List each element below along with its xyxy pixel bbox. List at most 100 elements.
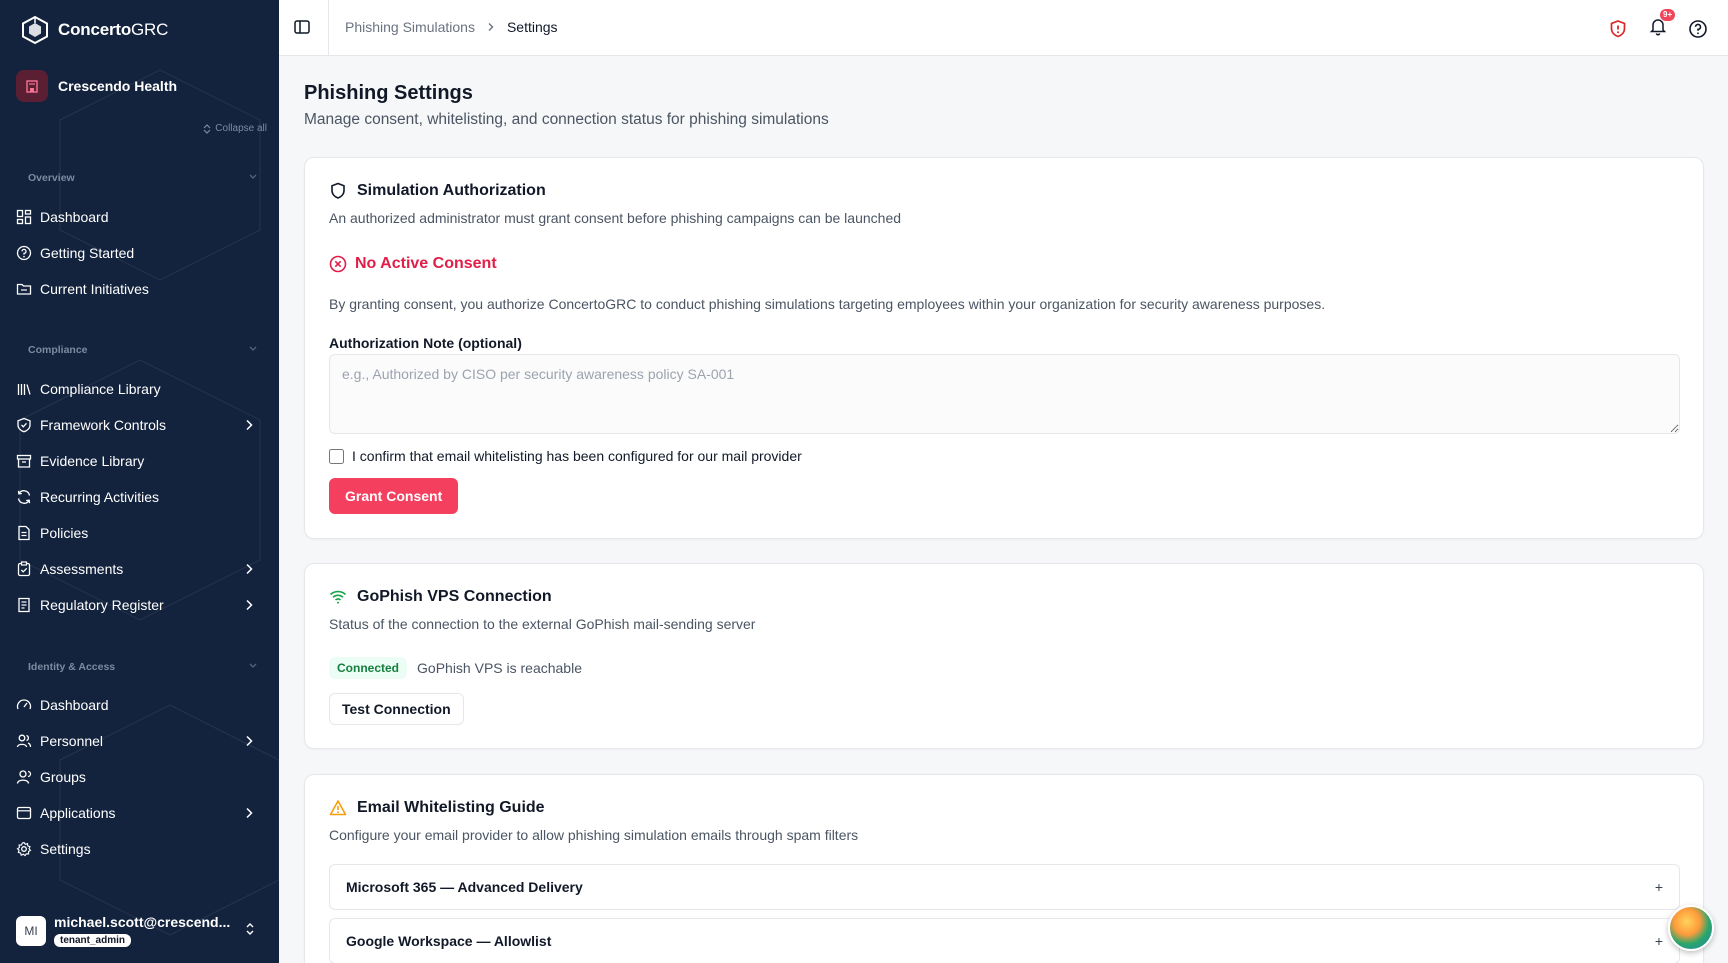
brand[interactable]: ConcertoGRC xyxy=(20,14,168,46)
accordion-label: Google Workspace — Allowlist xyxy=(346,933,552,949)
authorization-note-input[interactable] xyxy=(329,354,1680,434)
chevron-down-icon xyxy=(249,174,257,179)
whitelisting-confirm-checkbox[interactable] xyxy=(329,448,344,464)
whitelisting-confirm-label[interactable]: I confirm that email whitelisting has be… xyxy=(352,448,802,464)
sidebar-item-dashboard[interactable]: Dashboard xyxy=(16,202,266,232)
sidebar-item-recurring-activities[interactable]: Recurring Activities xyxy=(16,482,266,512)
connection-card: GoPhish VPS Connection Status of the con… xyxy=(304,563,1704,749)
user-menu[interactable]: MI michael.scott@crescend... tenant_admi… xyxy=(16,914,266,948)
sidebar-item-framework-controls[interactable]: Framework Controls xyxy=(16,410,266,440)
breadcrumb-phishing-simulations[interactable]: Phishing Simulations xyxy=(345,19,475,35)
breadcrumb: Phishing Simulations Settings xyxy=(345,19,558,35)
topbar-actions: 9+ xyxy=(1608,9,1708,41)
clipboard-check-icon xyxy=(17,561,31,577)
sidebar-item-settings[interactable]: Settings xyxy=(16,834,266,864)
sidebar-item-label: Evidence Library xyxy=(40,453,145,469)
sidebar-item-label: Assessments xyxy=(40,561,124,577)
help-icon[interactable] xyxy=(1688,19,1708,39)
section-compliance[interactable]: Compliance xyxy=(28,344,258,356)
chevron-right-icon xyxy=(246,735,253,747)
role-badge: tenant_admin xyxy=(54,934,132,947)
accordion-label: Microsoft 365 — Advanced Delivery xyxy=(346,879,583,895)
whitelisting-card: Email Whitelisting Guide Configure your … xyxy=(304,774,1704,963)
section-identity-access[interactable]: Identity & Access xyxy=(28,661,258,673)
chevron-right-icon xyxy=(246,419,253,431)
accordion-google-workspace[interactable]: Google Workspace — Allowlist + xyxy=(329,918,1680,963)
file-text-icon xyxy=(18,525,30,541)
sidebar-item-label: Regulatory Register xyxy=(40,597,164,613)
chevrons-up-down-icon xyxy=(203,123,211,134)
building-icon xyxy=(16,70,48,102)
sidebar-item-label: Policies xyxy=(40,525,89,541)
register-icon xyxy=(18,597,30,613)
notification-count-badge: 9+ xyxy=(1660,9,1676,21)
user-group-icon xyxy=(16,770,32,784)
chevron-down-icon xyxy=(249,346,257,351)
grant-consent-button[interactable]: Grant Consent xyxy=(329,478,459,514)
whitelisting-confirm-row: I confirm that email whitelisting has be… xyxy=(329,448,802,464)
sidebar-item-regulatory-register[interactable]: Regulatory Register xyxy=(16,590,266,620)
sidebar-item-personnel[interactable]: Personnel xyxy=(16,726,266,756)
connection-title-text: GoPhish VPS Connection xyxy=(357,588,552,605)
connection-description: Status of the connection to the external… xyxy=(329,616,756,632)
org-switcher[interactable]: Crescendo Health xyxy=(16,70,177,102)
sidebar-item-label: Recurring Activities xyxy=(40,489,160,505)
library-icon xyxy=(17,384,31,395)
sidebar-item-current-initiatives[interactable]: Current Initiatives xyxy=(16,274,266,304)
archive-icon xyxy=(16,454,32,468)
test-connection-button[interactable]: Test Connection xyxy=(329,693,464,725)
dashboard-icon xyxy=(16,209,32,225)
sidebar-item-applications[interactable]: Applications xyxy=(16,798,266,828)
sidebar-item-getting-started[interactable]: Getting Started xyxy=(16,238,266,268)
breadcrumb-separator-icon xyxy=(488,23,494,31)
folder-icon xyxy=(16,283,32,295)
sidebar-item-label: Framework Controls xyxy=(40,417,167,433)
security-alert-icon[interactable] xyxy=(1608,19,1628,39)
connection-title: GoPhish VPS Connection xyxy=(329,588,552,606)
sidebar: ConcertoGRC Crescendo Health Collapse al… xyxy=(0,0,279,963)
notifications-button[interactable]: 9+ xyxy=(1648,9,1676,41)
sidebar-item-label: Compliance Library xyxy=(40,381,161,397)
authorization-title-text: Simulation Authorization xyxy=(357,182,546,199)
refresh-icon xyxy=(17,490,31,504)
sidebar-item-label: Getting Started xyxy=(40,245,135,261)
consent-explanation: By granting consent, you authorize Conce… xyxy=(329,296,1326,312)
avatar: MI xyxy=(16,916,46,946)
help-circle-icon xyxy=(16,245,32,261)
org-name: Crescendo Health xyxy=(58,78,178,94)
sidebar-item-groups[interactable]: Groups xyxy=(16,762,266,792)
sidebar-item-evidence-library[interactable]: Evidence Library xyxy=(16,446,266,476)
sidebar-item-policies[interactable]: Policies xyxy=(16,518,266,548)
sidebar-item-label: Current Initiatives xyxy=(40,281,149,297)
sidebar-item-label: Dashboard xyxy=(40,697,109,713)
chevron-right-icon xyxy=(246,807,253,819)
consent-status: No Active Consent xyxy=(329,255,497,273)
sidebar-item-label: Settings xyxy=(40,841,91,857)
sidebar-item-identity-dashboard[interactable]: Dashboard xyxy=(16,690,266,720)
chevron-down-icon xyxy=(249,663,257,668)
connection-status-row: Connected GoPhish VPS is reachable xyxy=(329,657,582,679)
connection-status-badge: Connected xyxy=(329,657,408,679)
sidebar-item-compliance-library[interactable]: Compliance Library xyxy=(16,374,266,404)
sidebar-item-assessments[interactable]: Assessments xyxy=(16,554,266,584)
concerto-logo-icon xyxy=(22,15,48,45)
connection-status-text: GoPhish VPS is reachable xyxy=(417,660,582,676)
collapse-all-label: Collapse all xyxy=(215,123,267,134)
consent-status-text: No Active Consent xyxy=(355,255,497,272)
floating-assistant-avatar[interactable] xyxy=(1668,905,1714,951)
collapse-all-button[interactable]: Collapse all xyxy=(203,123,267,134)
gear-icon xyxy=(16,841,32,857)
sidebar-item-label: Applications xyxy=(40,805,116,821)
sidebar-item-label: Personnel xyxy=(40,733,104,749)
accordion-microsoft-365[interactable]: Microsoft 365 — Advanced Delivery + xyxy=(329,864,1680,910)
expand-plus-icon: + xyxy=(1654,933,1663,949)
sidebar-item-label: Groups xyxy=(40,769,86,785)
section-overview[interactable]: Overview xyxy=(28,172,258,184)
main-content: Phishing Settings Manage consent, whitel… xyxy=(279,56,1728,963)
authorization-title: Simulation Authorization xyxy=(329,182,546,200)
section-label: Overview xyxy=(28,172,75,184)
brand-name: ConcertoGRC xyxy=(58,20,169,39)
section-label: Identity & Access xyxy=(28,661,116,673)
sidebar-toggle-icon[interactable] xyxy=(293,18,311,36)
users-icon xyxy=(16,734,32,748)
